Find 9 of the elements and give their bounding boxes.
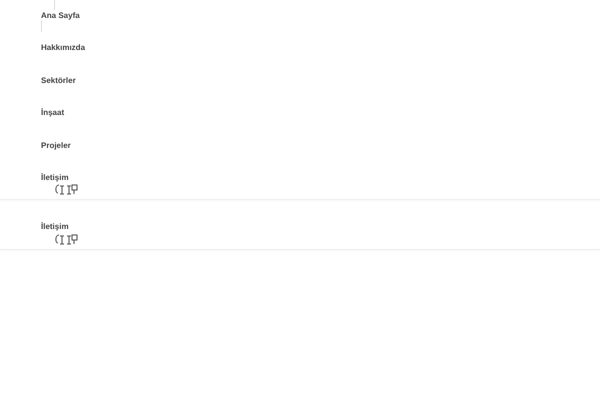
menu-item[interactable]: İletişim [41,211,600,244]
glyph-icon [54,184,79,196]
menu-item[interactable]: Sektörler [41,64,600,98]
menu-item[interactable]: Projeler [41,130,600,162]
glyph-icon [54,234,79,245]
menu-item[interactable]: Ana Sayfa [41,0,600,32]
menu-item[interactable]: İnşaat [41,97,600,130]
menu-item[interactable]: Hakkımızda [41,32,600,65]
menu-item[interactable]: İletişim [41,162,600,194]
